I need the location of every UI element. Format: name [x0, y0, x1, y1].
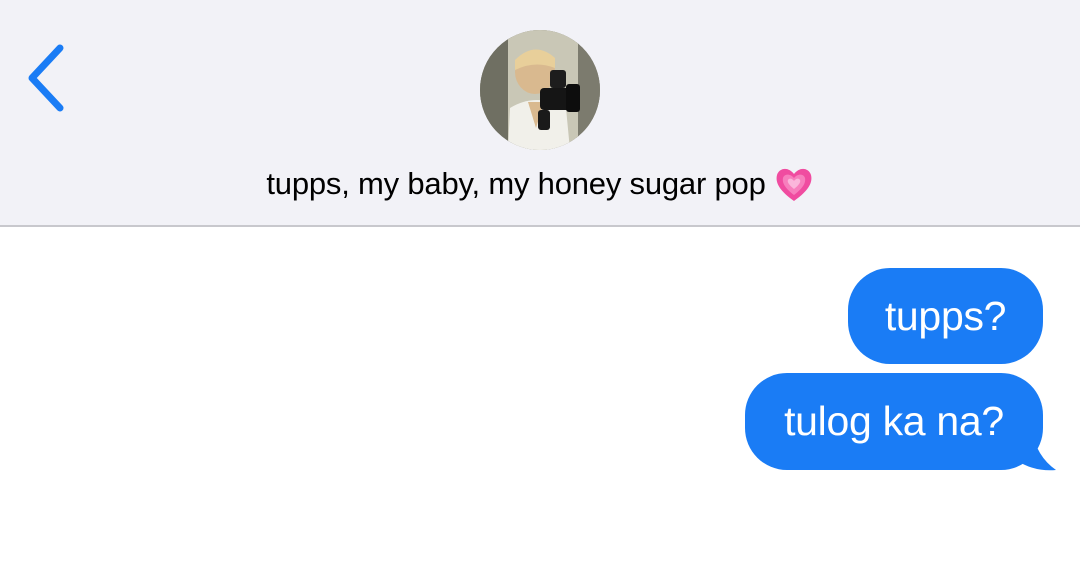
messages-conversation: tupps, my baby, my honey sugar pop tupps…	[0, 0, 1080, 571]
growing-heart-icon	[774, 164, 814, 204]
avatar[interactable]	[480, 30, 600, 150]
message-bubble-outgoing[interactable]: tulog ka na?	[745, 373, 1043, 470]
avatar-photo	[480, 30, 600, 150]
message-bubble-outgoing[interactable]: tupps?	[848, 268, 1043, 364]
contact-name: tupps, my baby, my honey sugar pop	[266, 166, 766, 201]
message-text: tupps?	[884, 292, 1007, 339]
conversation-header: tupps, my baby, my honey sugar pop	[0, 0, 1080, 227]
back-button[interactable]	[18, 38, 78, 118]
message-text: tulog ka na?	[784, 398, 1004, 444]
chevron-left-icon	[28, 44, 64, 112]
contact-name-row[interactable]: tupps, my baby, my honey sugar pop	[0, 160, 1080, 208]
